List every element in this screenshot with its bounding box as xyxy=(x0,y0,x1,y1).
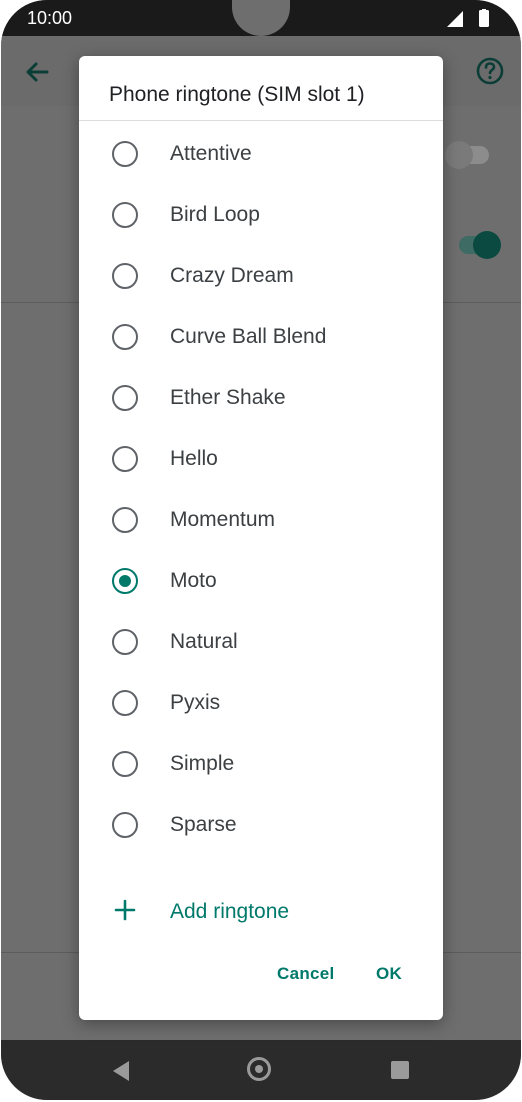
ringtone-option-label: Bird Loop xyxy=(170,203,260,226)
cancel-button[interactable]: Cancel xyxy=(277,964,335,984)
radio-unchecked-icon[interactable] xyxy=(112,446,138,472)
radio-unchecked-icon[interactable] xyxy=(112,507,138,533)
status-bar: 10:00 xyxy=(1,0,521,36)
dialog-title: Phone ringtone (SIM slot 1) xyxy=(109,83,365,106)
nav-recents-icon[interactable] xyxy=(391,1061,409,1079)
nav-home-dot xyxy=(255,1065,263,1073)
toggle-knob xyxy=(445,141,473,169)
status-time: 10:00 xyxy=(27,8,73,28)
background-toggle-2[interactable] xyxy=(459,231,501,259)
plus-icon xyxy=(114,899,136,921)
radio-unchecked-icon[interactable] xyxy=(112,385,138,411)
add-ringtone-row[interactable]: Add ringtone xyxy=(79,882,443,942)
radio-unchecked-icon[interactable] xyxy=(112,812,138,838)
ringtone-list: NoneAttentiveBird LoopCrazy DreamCurve B… xyxy=(79,121,443,855)
ringtone-option[interactable]: Pyxis xyxy=(79,672,443,733)
ringtone-option-label: Ether Shake xyxy=(170,386,286,409)
add-ringtone-label: Add ringtone xyxy=(170,900,290,923)
radio-unchecked-icon[interactable] xyxy=(112,202,138,228)
ringtone-option[interactable]: Momentum xyxy=(79,489,443,550)
radio-unchecked-icon[interactable] xyxy=(112,141,138,167)
radio-unchecked-icon[interactable] xyxy=(112,629,138,655)
ringtone-option-label: Attentive xyxy=(170,142,252,165)
ringtone-option-label: Crazy Dream xyxy=(170,264,294,287)
camera-notch xyxy=(232,0,290,36)
ringtone-dialog: Phone ringtone (SIM slot 1) NoneAttentiv… xyxy=(79,56,443,1020)
battery-icon xyxy=(479,10,489,27)
ringtone-option[interactable]: Hello xyxy=(79,428,443,489)
toggle-knob xyxy=(473,231,501,259)
ringtone-option[interactable]: Sparse xyxy=(79,794,443,855)
background-toggle-1[interactable] xyxy=(445,141,489,169)
ringtone-option[interactable]: Ether Shake xyxy=(79,367,443,428)
ok-button[interactable]: OK xyxy=(376,964,402,984)
ringtone-option-label: Simple xyxy=(170,752,235,775)
radio-unchecked-icon[interactable] xyxy=(112,751,138,777)
radio-unchecked-icon[interactable] xyxy=(112,263,138,289)
ringtone-option-label: Pyxis xyxy=(170,691,221,714)
ringtone-option[interactable]: Curve Ball Blend xyxy=(79,306,443,367)
ringtone-option-label: Curve Ball Blend xyxy=(170,325,327,348)
ringtone-option[interactable]: Moto xyxy=(79,550,443,611)
signal-battery-icons xyxy=(447,9,489,27)
navigation-bar xyxy=(1,1040,521,1100)
ringtone-option-label: Momentum xyxy=(170,508,276,531)
ringtone-option[interactable]: Attentive xyxy=(79,123,443,184)
ringtone-option[interactable]: Bird Loop xyxy=(79,184,443,245)
ringtone-option-label: Sparse xyxy=(170,813,237,836)
ringtone-option[interactable]: Natural xyxy=(79,611,443,672)
ringtone-option[interactable]: Simple xyxy=(79,733,443,794)
radio-checked-icon[interactable] xyxy=(112,568,138,594)
help-icon[interactable] xyxy=(475,56,505,86)
signal-icon xyxy=(447,11,463,27)
radio-unchecked-icon[interactable] xyxy=(112,324,138,350)
phone-screen: 10:00 Phone ringtone (SIM slot 1) Attent… xyxy=(0,0,522,1102)
radio-unchecked-icon[interactable] xyxy=(112,690,138,716)
ringtone-option-label: Hello xyxy=(170,447,218,470)
ringtone-list-viewport[interactable]: NoneAttentiveBird LoopCrazy DreamCurve B… xyxy=(79,121,443,929)
nav-back-icon[interactable] xyxy=(111,1060,131,1082)
ringtone-option[interactable]: Crazy Dream xyxy=(79,245,443,306)
ringtone-option-label: Natural xyxy=(170,630,238,653)
nav-home-icon[interactable] xyxy=(247,1057,271,1081)
ringtone-option-label: Moto xyxy=(170,569,217,592)
back-arrow-icon[interactable] xyxy=(23,58,51,86)
